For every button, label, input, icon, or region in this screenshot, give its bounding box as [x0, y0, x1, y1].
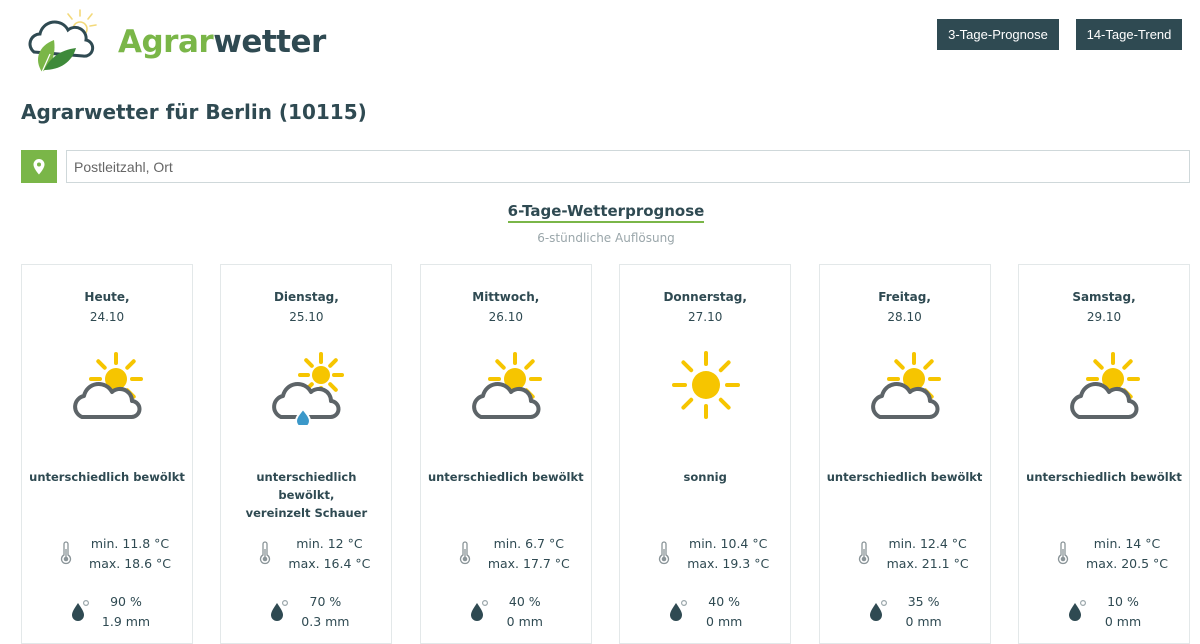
agrarwetter-logo[interactable]: Agrarwetter: [20, 4, 326, 76]
location-search-input[interactable]: [66, 150, 1190, 183]
forecast-day-card: Heute, 24.10 unterschiedlich bewölkt min…: [21, 264, 193, 644]
max-temperature: max. 21.1 °C: [886, 556, 969, 571]
temperature-range: min. 10.4 °C max. 19.3 °C: [678, 534, 778, 574]
max-temperature: max. 16.4 °C: [288, 556, 371, 571]
temperature-range: min. 12 °C max. 16.4 °C: [279, 534, 379, 574]
rain-drop-icon: [1069, 599, 1087, 621]
logo-cloud-leaf-icon: [28, 9, 97, 73]
rain-probability: 10 %: [1107, 594, 1139, 609]
rain-drop-icon: [271, 599, 289, 621]
max-temperature: max. 18.6 °C: [89, 556, 171, 571]
day-date: 26.10: [488, 310, 523, 324]
forecast-day-card: Mittwoch, 26.10 unterschiedlich bewölkt …: [419, 264, 592, 644]
three-day-forecast-button[interactable]: 3-Tage-Prognose: [937, 19, 1059, 50]
thermometer-icon: [459, 541, 470, 565]
rain-drop-icon: [670, 599, 688, 621]
forecast-day-card: Dienstag, 25.10 unterschiedlich bewölkt,…: [220, 264, 393, 644]
day-date: 24.10: [89, 310, 125, 324]
sun-cloud-weather-icon: [870, 352, 941, 419]
rain-drop-icon: [470, 599, 488, 621]
weather-description: unterschiedlich bewölkt, vereinzelt Schau…: [245, 470, 368, 520]
precipitation-info: 35 % 0 mm: [890, 592, 958, 632]
location-button[interactable]: [21, 150, 57, 183]
sun-cloud-weather-icon: [471, 352, 542, 419]
temperature-range: min. 6.7 °C max. 17.7 °C: [479, 534, 579, 574]
sun-cloud-weather-icon: [1070, 352, 1140, 419]
day-date: 25.10: [289, 310, 324, 324]
day-name: Heute,: [84, 290, 130, 304]
rain-amount: 0 mm: [506, 614, 543, 629]
map-pin-icon: [33, 159, 45, 175]
sun-weather-icon: [672, 351, 741, 419]
max-temperature: max. 20.5 °C: [1086, 556, 1168, 571]
temperature-range: min. 12.4 °C max. 21.1 °C: [878, 534, 978, 574]
rain-probability: 40 %: [508, 594, 541, 609]
rain-probability: 90 %: [110, 594, 142, 609]
fourteen-day-trend-button[interactable]: 14-Tage-Trend: [1076, 19, 1182, 50]
weather-description: sonnig: [683, 470, 727, 484]
min-temperature: min. 6.7 °C: [493, 536, 564, 551]
logo-wordmark: Agrarwetter: [118, 24, 326, 60]
day-name: Dienstag,: [273, 290, 339, 304]
forecast-section-title[interactable]: 6-Tage-Wetterprognose: [0, 202, 1200, 223]
rain-drop-icon: [72, 599, 90, 621]
thermometer-icon: [1057, 541, 1069, 565]
rain-drop-icon: [869, 599, 887, 621]
forecast-day-card: Freitag, 28.10 unterschiedlich bewölkt m…: [818, 264, 991, 644]
rain-amount: 0 mm: [1104, 614, 1142, 629]
rain-probability: 70 %: [309, 594, 342, 609]
precipitation-info: 40 % 0 mm: [690, 592, 758, 632]
thermometer-icon: [858, 541, 869, 565]
min-temperature: min. 10.4 °C: [689, 536, 768, 551]
precipitation-info: 40 % 0 mm: [491, 592, 559, 632]
min-temperature: min. 11.8 °C: [90, 536, 170, 551]
thermometer-icon: [659, 541, 670, 565]
precipitation-info: 70 % 0.3 mm: [291, 592, 359, 632]
sun-cloud-weather-icon: [73, 352, 143, 419]
forecast-section-subtitle: 6-stündliche Auflösung: [537, 231, 675, 245]
day-name: Mittwoch,: [472, 290, 540, 304]
thermometer-icon: [260, 541, 271, 565]
precipitation-info: 90 % 1.9 mm: [92, 592, 160, 632]
weather-description: unterschiedlich bewölkt: [1026, 470, 1182, 484]
day-date: 29.10: [1086, 310, 1122, 324]
forecast-day-card: Samstag, 29.10 unterschiedlich bewölkt m…: [1018, 264, 1190, 644]
weather-description: unterschiedlich bewölkt: [29, 470, 185, 484]
temperature-range: min. 14 °C max. 20.5 °C: [1077, 534, 1177, 574]
day-name: Samstag,: [1072, 290, 1136, 304]
rain-probability: 35 %: [907, 594, 940, 609]
temperature-range: min. 11.8 °C max. 18.6 °C: [80, 534, 180, 574]
rain-amount: 1.9 mm: [101, 614, 151, 629]
max-temperature: max. 17.7 °C: [487, 556, 570, 571]
sun-cloud-rain-weather-icon: [272, 352, 345, 425]
max-temperature: max. 19.3 °C: [687, 556, 770, 571]
min-temperature: min. 14 °C: [1093, 536, 1161, 551]
page-title: Agrarwetter für Berlin (10115): [21, 100, 367, 124]
weather-description: unterschiedlich bewölkt: [427, 470, 584, 484]
day-date: 28.10: [887, 310, 922, 324]
forecast-day-card: Donnerstag, 27.10 sonnig min. 10.4 °C ma…: [619, 264, 792, 644]
rain-probability: 40 %: [708, 594, 741, 609]
precipitation-info: 10 % 0 mm: [1089, 592, 1157, 632]
rain-amount: 0.3 mm: [301, 614, 350, 629]
min-temperature: min. 12 °C: [296, 536, 363, 551]
thermometer-icon: [60, 541, 72, 565]
day-date: 27.10: [688, 310, 723, 324]
day-name: Freitag,: [878, 290, 931, 304]
rain-amount: 0 mm: [706, 614, 743, 629]
min-temperature: min. 12.4 °C: [888, 536, 967, 551]
rain-amount: 0 mm: [905, 614, 942, 629]
day-name: Donnerstag,: [663, 290, 747, 304]
weather-description: unterschiedlich bewölkt: [826, 470, 983, 484]
